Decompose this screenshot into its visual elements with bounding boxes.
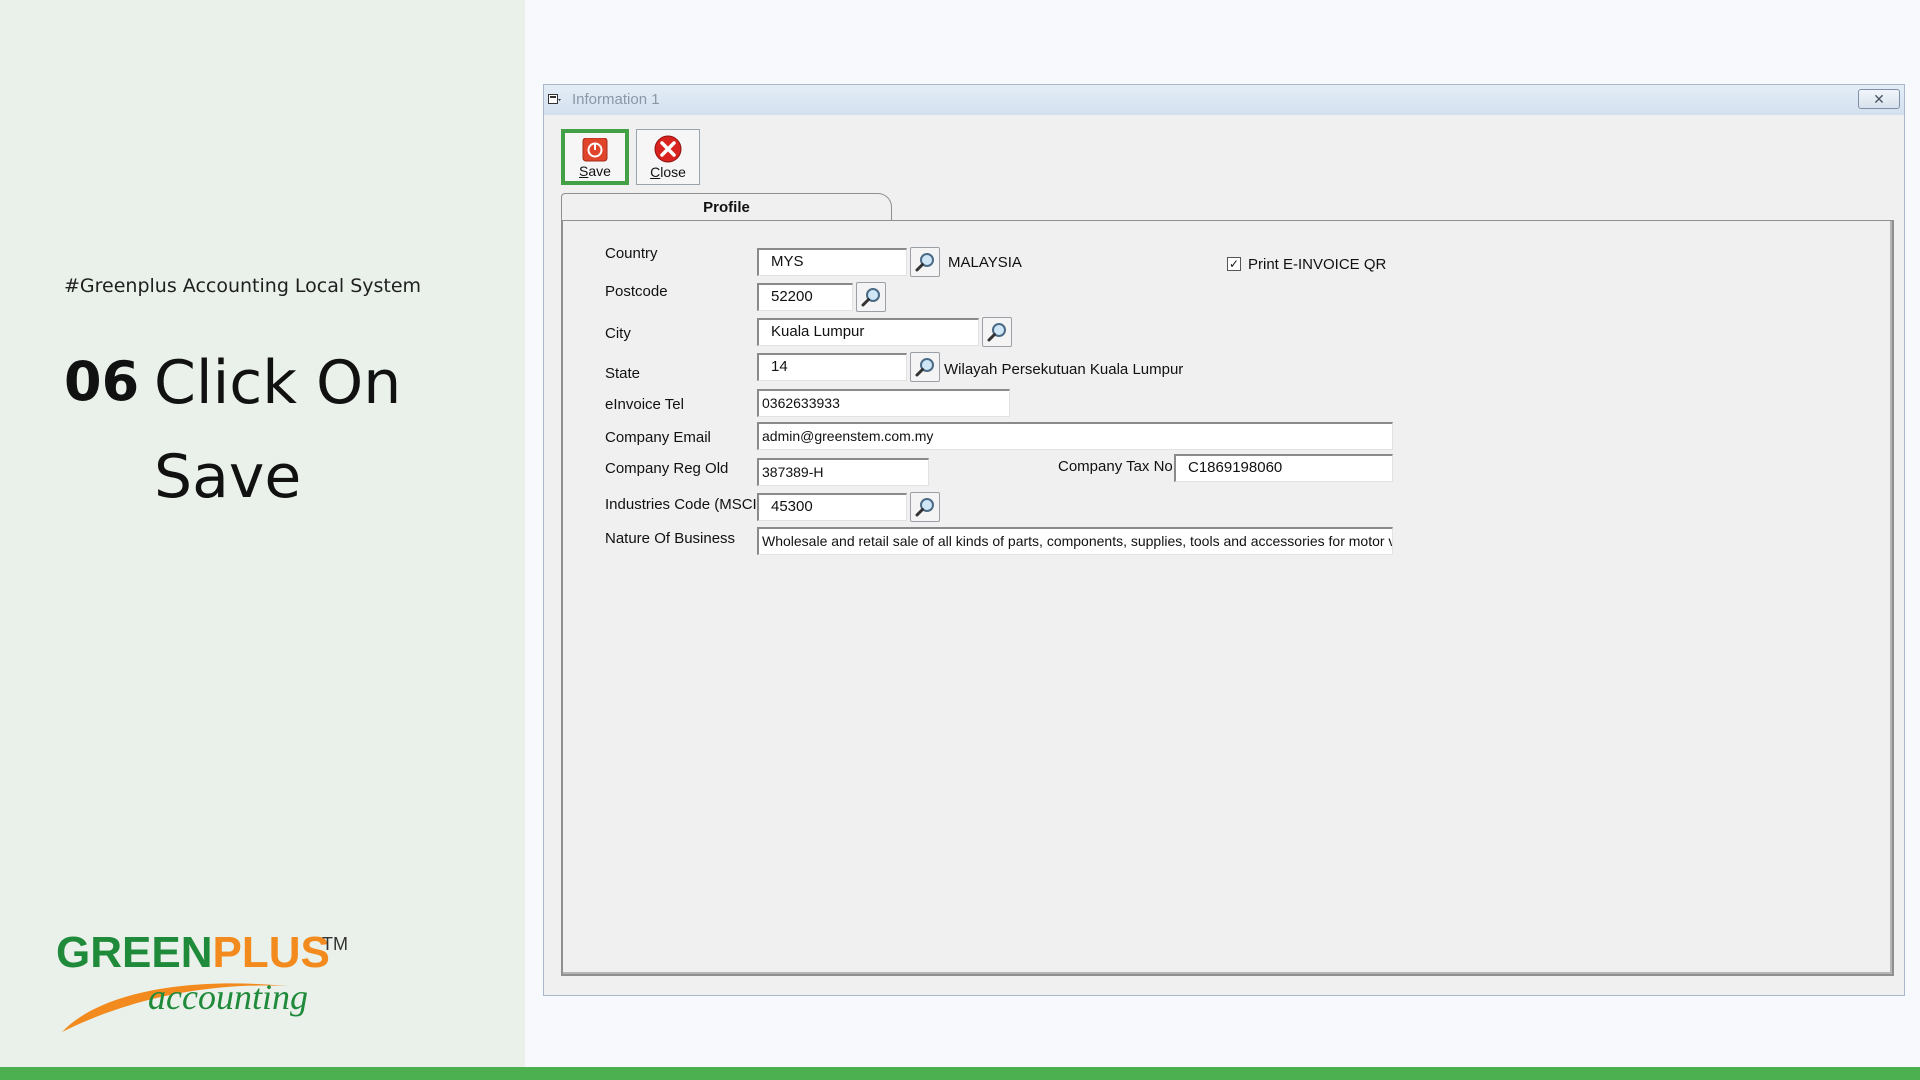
company-tax-no-field[interactable]: C1869198060 xyxy=(1174,454,1393,482)
close-button[interactable]: Close xyxy=(636,129,700,185)
save-power-icon xyxy=(582,138,608,162)
city-field[interactable]: Kuala Lumpur xyxy=(757,318,979,346)
search-icon xyxy=(915,358,934,377)
state-field[interactable]: 14 xyxy=(757,353,907,381)
instruction-panel: #Greenplus Accounting Local System 06 Cl… xyxy=(0,0,525,1067)
step-title-line1: Click On xyxy=(154,348,402,418)
close-icon: ✕ xyxy=(1873,90,1885,107)
bottom-accent-bar xyxy=(0,1067,1920,1080)
information-window: Information 1 ✕ Save Close Profile Count… xyxy=(543,84,1905,996)
search-icon xyxy=(861,288,880,307)
state-label: State xyxy=(605,365,641,382)
print-einvoice-qr-checkbox[interactable]: ✓ xyxy=(1227,257,1241,271)
step-number: 06 xyxy=(64,350,140,413)
print-einvoice-qr-label: Print E-INVOICE QR xyxy=(1248,256,1387,273)
window-titlebar[interactable]: Information 1 ✕ xyxy=(544,85,1904,115)
logo-accounting-text: accounting xyxy=(148,977,308,1017)
industries-code-lookup-button[interactable] xyxy=(910,492,940,522)
checkmark-icon: ✓ xyxy=(1228,257,1240,271)
search-icon xyxy=(987,323,1006,342)
window-app-icon xyxy=(548,94,561,104)
nature-of-business-field[interactable]: Wholesale and retail sale of all kinds o… xyxy=(757,527,1393,555)
company-email-label: Company Email xyxy=(605,429,711,446)
hashtag-text: #Greenplus Accounting Local System xyxy=(64,275,422,297)
postcode-lookup-button[interactable] xyxy=(856,282,886,312)
company-email-field[interactable]: admin@greenstem.com.my xyxy=(757,422,1393,450)
window-title: Information 1 xyxy=(572,91,660,108)
step-title-line2: Save xyxy=(154,442,302,512)
city-label: City xyxy=(605,325,631,342)
einvoice-tel-label: eInvoice Tel xyxy=(605,396,684,413)
country-lookup-button[interactable] xyxy=(910,247,940,277)
logo-trademark: TM xyxy=(322,934,348,954)
company-tax-no-label: Company Tax No xyxy=(1058,458,1173,475)
close-button-label: Close xyxy=(650,164,686,180)
search-icon xyxy=(915,253,934,272)
state-lookup-button[interactable] xyxy=(910,352,940,382)
state-description: Wilayah Persekutuan Kuala Lumpur xyxy=(944,361,1184,378)
tab-profile[interactable]: Profile xyxy=(561,193,892,221)
country-description: MALAYSIA xyxy=(948,254,1022,271)
country-label: Country xyxy=(605,245,658,262)
city-lookup-button[interactable] xyxy=(982,317,1012,347)
industries-code-label: Industries Code (MSCI) xyxy=(605,496,762,513)
company-reg-old-field[interactable]: 387389-H xyxy=(757,458,929,486)
industries-code-field[interactable]: 45300 xyxy=(757,493,907,521)
save-button-label: Save xyxy=(579,163,611,179)
postcode-label: Postcode xyxy=(605,283,668,300)
save-button[interactable]: Save xyxy=(561,129,629,185)
einvoice-tel-field[interactable]: 0362633933 xyxy=(757,389,1010,417)
company-reg-old-label: Company Reg Old xyxy=(605,460,729,477)
nature-of-business-label: Nature Of Business xyxy=(605,530,736,547)
search-icon xyxy=(915,498,934,517)
window-close-button[interactable]: ✕ xyxy=(1858,89,1900,109)
close-x-icon xyxy=(654,135,682,163)
postcode-field[interactable]: 52200 xyxy=(757,283,853,311)
country-field[interactable]: MYS xyxy=(757,248,907,276)
greenplus-logo: GREENPLUS TM accounting xyxy=(56,928,356,1032)
